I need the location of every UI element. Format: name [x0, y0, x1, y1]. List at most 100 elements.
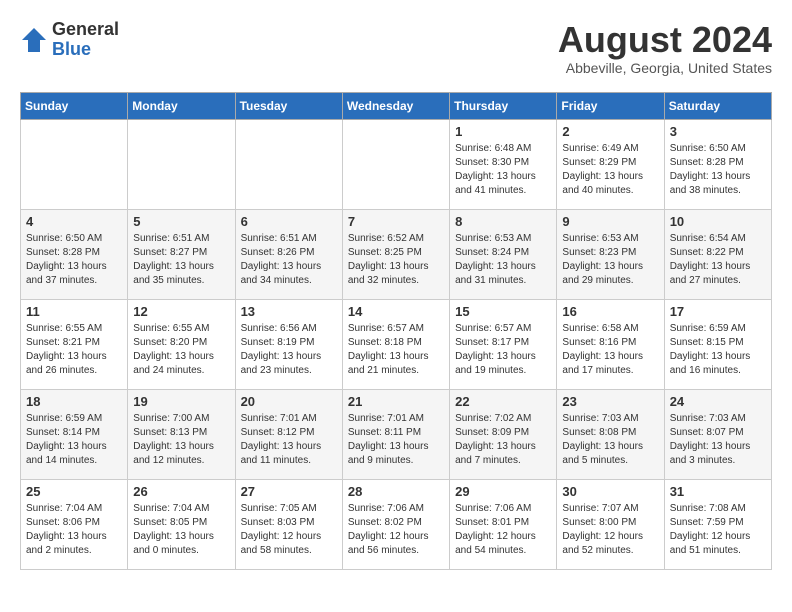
col-sunday: Sunday — [21, 92, 128, 119]
day-cell: 18Sunrise: 6:59 AM Sunset: 8:14 PM Dayli… — [21, 389, 128, 479]
week-row-2: 4 Sunrise: 6:50 AM Sunset: 8:28 PM Daylig… — [21, 209, 772, 299]
day-cell: 24Sunrise: 7:03 AM Sunset: 8:07 PM Dayli… — [664, 389, 771, 479]
day-detail: Sunrise: 7:06 AM Sunset: 8:01 PM Dayligh… — [455, 502, 551, 558]
day-detail: Sunrise: 7:02 AM Sunset: 8:09 PM Dayligh… — [455, 412, 551, 468]
day-cell: 2 Sunrise: 6:49 AM Sunset: 8:29 PM Daylig… — [557, 119, 664, 209]
day-cell: 10 Sunrise: 6:54 AM Sunset: 8:22 PM Dayli… — [664, 209, 771, 299]
day-cell: 8 Sunrise: 6:53 AM Sunset: 8:24 PM Daylig… — [450, 209, 557, 299]
day-cell: 13 Sunrise: 6:56 AM Sunset: 8:19 PM Dayli… — [235, 299, 342, 389]
day-cell: 25 Sunrise: 7:04 AM Sunset: 8:06 PM Dayli… — [21, 479, 128, 569]
logo-text: General Blue — [52, 20, 119, 60]
col-tuesday: Tuesday — [235, 92, 342, 119]
day-number: 7 — [348, 214, 444, 229]
col-wednesday: Wednesday — [342, 92, 449, 119]
day-cell: 14 Sunrise: 6:57 AM Sunset: 8:18 PM Dayli… — [342, 299, 449, 389]
page-header: General Blue August 2024 Abbeville, Geor… — [20, 20, 772, 76]
day-cell — [235, 119, 342, 209]
day-detail: Sunrise: 7:05 AM Sunset: 8:03 PM Dayligh… — [241, 502, 337, 558]
day-detail: Sunrise: 6:59 AM Sunset: 8:15 PM Dayligh… — [670, 322, 766, 378]
day-cell: 12 Sunrise: 6:55 AM Sunset: 8:20 PM Dayli… — [128, 299, 235, 389]
day-number: 14 — [348, 304, 444, 319]
day-detail: Sunrise: 6:48 AM Sunset: 8:30 PM Dayligh… — [455, 142, 551, 198]
logo-blue: Blue — [52, 40, 119, 60]
day-number: 6 — [241, 214, 337, 229]
week-row-1: 1 Sunrise: 6:48 AM Sunset: 8:30 PM Daylig… — [21, 119, 772, 209]
day-number: 29 — [455, 484, 551, 499]
day-number: 25 — [26, 484, 122, 499]
day-cell: 27 Sunrise: 7:05 AM Sunset: 8:03 PM Dayli… — [235, 479, 342, 569]
calendar-table: Sunday Monday Tuesday Wednesday Thursday… — [20, 92, 772, 570]
day-detail: Sunrise: 6:50 AM Sunset: 8:28 PM Dayligh… — [670, 142, 766, 198]
day-number: 27 — [241, 484, 337, 499]
day-number: 4 — [26, 214, 122, 229]
day-detail: Sunrise: 6:55 AM Sunset: 8:21 PM Dayligh… — [26, 322, 122, 378]
day-detail: Sunrise: 7:08 AM Sunset: 7:59 PM Dayligh… — [670, 502, 766, 558]
day-detail: Sunrise: 6:57 AM Sunset: 8:18 PM Dayligh… — [348, 322, 444, 378]
day-detail: Sunrise: 7:01 AM Sunset: 8:11 PM Dayligh… — [348, 412, 444, 468]
day-cell: 16 Sunrise: 6:58 AM Sunset: 8:16 PM Dayli… — [557, 299, 664, 389]
day-detail: Sunrise: 7:00 AM Sunset: 8:13 PM Dayligh… — [133, 412, 229, 468]
day-cell: 26Sunrise: 7:04 AM Sunset: 8:05 PM Dayli… — [128, 479, 235, 569]
day-cell: 19 Sunrise: 7:00 AM Sunset: 8:13 PM Dayli… — [128, 389, 235, 479]
day-detail: Sunrise: 7:03 AM Sunset: 8:07 PM Dayligh… — [670, 412, 766, 468]
day-detail: Sunrise: 7:01 AM Sunset: 8:12 PM Dayligh… — [241, 412, 337, 468]
day-number: 28 — [348, 484, 444, 499]
day-detail: Sunrise: 7:03 AM Sunset: 8:08 PM Dayligh… — [562, 412, 658, 468]
day-number: 31 — [670, 484, 766, 499]
day-cell: 9 Sunrise: 6:53 AM Sunset: 8:23 PM Daylig… — [557, 209, 664, 299]
logo-icon — [20, 26, 48, 54]
week-row-5: 25 Sunrise: 7:04 AM Sunset: 8:06 PM Dayli… — [21, 479, 772, 569]
day-number: 8 — [455, 214, 551, 229]
day-number: 12 — [133, 304, 229, 319]
day-cell: 23 Sunrise: 7:03 AM Sunset: 8:08 PM Dayli… — [557, 389, 664, 479]
day-number: 5 — [133, 214, 229, 229]
title-block: August 2024 Abbeville, Georgia, United S… — [558, 20, 772, 76]
day-number: 11 — [26, 304, 122, 319]
calendar-header: Sunday Monday Tuesday Wednesday Thursday… — [21, 92, 772, 119]
calendar-body: 1 Sunrise: 6:48 AM Sunset: 8:30 PM Daylig… — [21, 119, 772, 569]
day-number: 1 — [455, 124, 551, 139]
day-number: 18 — [26, 394, 122, 409]
day-cell: 15Sunrise: 6:57 AM Sunset: 8:17 PM Dayli… — [450, 299, 557, 389]
day-cell: 28 Sunrise: 7:06 AM Sunset: 8:02 PM Dayli… — [342, 479, 449, 569]
day-cell: 21Sunrise: 7:01 AM Sunset: 8:11 PM Dayli… — [342, 389, 449, 479]
day-number: 13 — [241, 304, 337, 319]
day-detail: Sunrise: 6:54 AM Sunset: 8:22 PM Dayligh… — [670, 232, 766, 288]
day-cell: 11 Sunrise: 6:55 AM Sunset: 8:21 PM Dayli… — [21, 299, 128, 389]
day-detail: Sunrise: 6:50 AM Sunset: 8:28 PM Dayligh… — [26, 232, 122, 288]
day-cell: 30Sunrise: 7:07 AM Sunset: 8:00 PM Dayli… — [557, 479, 664, 569]
day-cell — [21, 119, 128, 209]
week-row-3: 11 Sunrise: 6:55 AM Sunset: 8:21 PM Dayli… — [21, 299, 772, 389]
day-detail: Sunrise: 6:49 AM Sunset: 8:29 PM Dayligh… — [562, 142, 658, 198]
day-detail: Sunrise: 6:58 AM Sunset: 8:16 PM Dayligh… — [562, 322, 658, 378]
day-detail: Sunrise: 7:04 AM Sunset: 8:06 PM Dayligh… — [26, 502, 122, 558]
day-detail: Sunrise: 6:56 AM Sunset: 8:19 PM Dayligh… — [241, 322, 337, 378]
day-number: 3 — [670, 124, 766, 139]
logo-general: General — [52, 20, 119, 40]
location: Abbeville, Georgia, United States — [558, 60, 772, 76]
day-detail: Sunrise: 7:06 AM Sunset: 8:02 PM Dayligh… — [348, 502, 444, 558]
day-number: 2 — [562, 124, 658, 139]
day-number: 17 — [670, 304, 766, 319]
day-cell: 20Sunrise: 7:01 AM Sunset: 8:12 PM Dayli… — [235, 389, 342, 479]
day-detail: Sunrise: 6:55 AM Sunset: 8:20 PM Dayligh… — [133, 322, 229, 378]
day-number: 23 — [562, 394, 658, 409]
day-detail: Sunrise: 6:53 AM Sunset: 8:24 PM Dayligh… — [455, 232, 551, 288]
day-number: 22 — [455, 394, 551, 409]
day-detail: Sunrise: 6:53 AM Sunset: 8:23 PM Dayligh… — [562, 232, 658, 288]
day-number: 9 — [562, 214, 658, 229]
day-number: 30 — [562, 484, 658, 499]
logo: General Blue — [20, 20, 119, 60]
day-number: 19 — [133, 394, 229, 409]
day-cell: 17 Sunrise: 6:59 AM Sunset: 8:15 PM Dayli… — [664, 299, 771, 389]
day-cell: 1 Sunrise: 6:48 AM Sunset: 8:30 PM Daylig… — [450, 119, 557, 209]
day-cell: 6Sunrise: 6:51 AM Sunset: 8:26 PM Daylig… — [235, 209, 342, 299]
day-number: 16 — [562, 304, 658, 319]
day-cell: 29 Sunrise: 7:06 AM Sunset: 8:01 PM Dayli… — [450, 479, 557, 569]
day-number: 15 — [455, 304, 551, 319]
day-number: 10 — [670, 214, 766, 229]
col-monday: Monday — [128, 92, 235, 119]
day-cell: 3 Sunrise: 6:50 AM Sunset: 8:28 PM Daylig… — [664, 119, 771, 209]
day-cell: 5Sunrise: 6:51 AM Sunset: 8:27 PM Daylig… — [128, 209, 235, 299]
week-row-4: 18Sunrise: 6:59 AM Sunset: 8:14 PM Dayli… — [21, 389, 772, 479]
